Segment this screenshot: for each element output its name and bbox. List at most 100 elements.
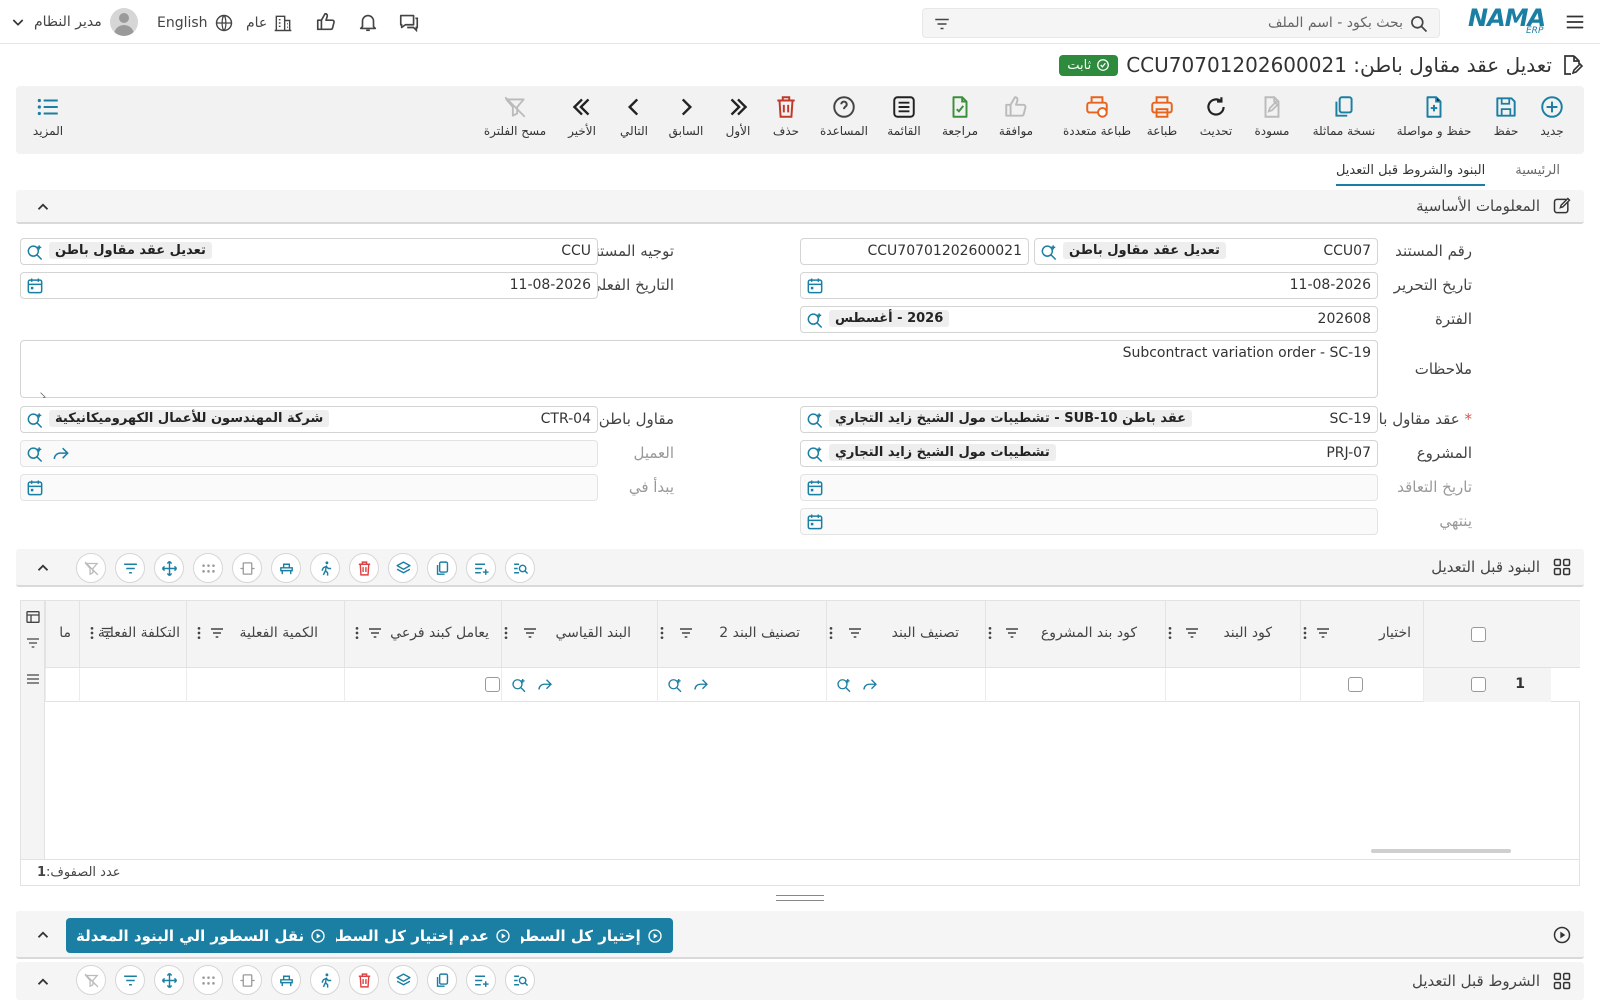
column-filter-icon[interactable] xyxy=(678,625,694,641)
cell-actual-qty[interactable] xyxy=(186,668,344,702)
filter-icon[interactable] xyxy=(933,15,951,33)
chevron-up-icon[interactable] xyxy=(34,973,52,991)
terms-search-button[interactable] xyxy=(505,965,535,995)
grid-copy-button[interactable] xyxy=(427,553,457,583)
cell-item-category-2[interactable] xyxy=(657,668,826,702)
lookup-icon[interactable] xyxy=(805,444,825,464)
column-filter-icon[interactable] xyxy=(100,625,114,639)
search-input[interactable] xyxy=(963,12,1403,34)
menu-icon[interactable] xyxy=(25,671,41,687)
save-continue-button[interactable]: حفظ و مواصلة xyxy=(1397,94,1471,138)
grid-col-sub-item[interactable]: يعامل كبند فرعي xyxy=(344,601,501,668)
terms-move-button[interactable] xyxy=(154,965,184,995)
column-menu-icon[interactable] xyxy=(191,625,207,641)
subcontractor-field[interactable]: CTR-04 شركة المهندسون للأعمال الكهروميكا… xyxy=(20,406,598,433)
help-button[interactable]: المساعدة xyxy=(812,94,876,138)
search-icon[interactable] xyxy=(1409,14,1429,34)
column-filter-icon[interactable] xyxy=(847,625,863,641)
calendar-icon[interactable] xyxy=(805,276,825,296)
terms-delete-button[interactable] xyxy=(349,965,379,995)
terms-fit-columns-button[interactable] xyxy=(232,965,262,995)
cell-project-item-code[interactable] xyxy=(985,668,1165,702)
calendar-icon[interactable] xyxy=(805,512,825,532)
actual-date-field[interactable]: 11-08-2026 xyxy=(20,272,598,299)
cell-item-category[interactable] xyxy=(826,668,985,702)
share-icon[interactable] xyxy=(51,444,71,464)
approve-button[interactable]: موافقة xyxy=(984,94,1048,138)
play-circle-icon[interactable] xyxy=(1552,925,1572,945)
review-button[interactable]: مراجعة xyxy=(928,94,992,138)
grid-col-project-item-code[interactable]: كود بند المشروع xyxy=(985,601,1165,668)
resize-splitter[interactable] xyxy=(776,895,824,901)
grid-move-button[interactable] xyxy=(154,553,184,583)
move-lines-button[interactable]: نقل السطور الي البنود المعدلة xyxy=(66,918,337,953)
ends-field[interactable] xyxy=(800,508,1378,535)
hamburger-menu-icon[interactable] xyxy=(1564,11,1586,33)
lookup-icon[interactable] xyxy=(1039,242,1059,262)
period-field[interactable]: 202608 2026 - أغسطس xyxy=(800,306,1378,333)
terms-dots-button[interactable] xyxy=(193,965,223,995)
lookup-icon[interactable] xyxy=(25,410,45,430)
lookup-icon[interactable] xyxy=(805,310,825,330)
calendar-icon[interactable] xyxy=(25,276,45,296)
lookup-icon[interactable] xyxy=(835,676,853,694)
lookup-icon[interactable] xyxy=(805,410,825,430)
starts-field[interactable] xyxy=(20,474,598,501)
lookup-icon[interactable] xyxy=(25,242,45,262)
terms-run-button[interactable] xyxy=(310,965,340,995)
column-filter-icon[interactable] xyxy=(1184,625,1200,641)
save-button[interactable]: حفظ xyxy=(1474,94,1538,138)
grid-filter-button[interactable] xyxy=(115,553,145,583)
terms-clear-filter-button[interactable] xyxy=(76,965,106,995)
doc-type-field[interactable]: CCU07 تعديل عقد مقاول باطن xyxy=(1034,238,1378,265)
lookup-icon[interactable] xyxy=(510,676,528,694)
grid-col-item-code[interactable]: كود البند xyxy=(1165,601,1300,668)
grid-desk-button[interactable] xyxy=(271,553,301,583)
cell-truncated[interactable] xyxy=(45,668,79,702)
filter-icon[interactable] xyxy=(25,635,41,651)
contract-field[interactable]: SC-19 عقد باطن SUB-10 - تشطيبات مول الشي… xyxy=(800,406,1378,433)
cell-actual-cost[interactable] xyxy=(79,668,186,702)
terms-layers-button[interactable] xyxy=(388,965,418,995)
column-filter-icon[interactable] xyxy=(522,625,538,641)
grid-col-actual-qty[interactable]: الكمية الفعلية xyxy=(186,601,344,668)
last-record-button[interactable]: الأخير xyxy=(550,94,614,138)
customer-field[interactable] xyxy=(20,440,598,467)
copy-button[interactable]: نسخة مماثلة xyxy=(1312,94,1376,138)
columns-icon[interactable] xyxy=(25,609,41,625)
row-checkbox[interactable] xyxy=(1471,677,1486,692)
issue-date-field[interactable]: 11-08-2026 xyxy=(800,272,1378,299)
calendar-icon[interactable] xyxy=(25,478,45,498)
grid-col-actual-cost[interactable]: التكلفة الفعلية xyxy=(79,601,186,668)
grid-layers-button[interactable] xyxy=(388,553,418,583)
terms-desk-button[interactable] xyxy=(271,965,301,995)
lookup-icon[interactable] xyxy=(666,676,684,694)
tab-main[interactable]: الرئيسية xyxy=(1515,160,1560,186)
grid-col-truncated[interactable]: ما xyxy=(45,601,79,668)
draft-button[interactable]: مسودة xyxy=(1240,94,1304,138)
select-checkbox[interactable] xyxy=(1348,677,1363,692)
chevron-up-icon[interactable] xyxy=(34,926,52,944)
grid-col-standard-item[interactable]: البند القياسي xyxy=(501,601,657,668)
column-filter-icon[interactable] xyxy=(1004,625,1020,641)
chat-icon[interactable] xyxy=(398,11,420,33)
column-menu-icon[interactable] xyxy=(84,625,100,641)
column-filter-icon[interactable] xyxy=(209,625,225,641)
cell-sub-item[interactable] xyxy=(344,668,501,702)
cell-item-code[interactable] xyxy=(1165,668,1300,702)
terms-add-row-button[interactable] xyxy=(466,965,496,995)
share-icon[interactable] xyxy=(861,676,879,694)
terms-filter-button[interactable] xyxy=(115,965,145,995)
cell-standard-item[interactable] xyxy=(501,668,657,702)
deselect-all-lines-button[interactable]: عدم إختيار كل السطور xyxy=(310,918,521,953)
chevron-up-icon[interactable] xyxy=(34,559,52,577)
sub-item-checkbox[interactable] xyxy=(485,677,500,692)
language-selector[interactable]: English xyxy=(157,12,234,34)
multi-print-button[interactable]: طباعة متعددة xyxy=(1056,94,1138,138)
calendar-icon[interactable] xyxy=(805,478,825,498)
grid-run-button[interactable] xyxy=(310,553,340,583)
grid-col-item-category[interactable]: تصنيف البند xyxy=(826,601,985,668)
share-icon[interactable] xyxy=(692,676,710,694)
list-button[interactable]: القائمة xyxy=(872,94,936,138)
bell-icon[interactable] xyxy=(357,11,379,33)
